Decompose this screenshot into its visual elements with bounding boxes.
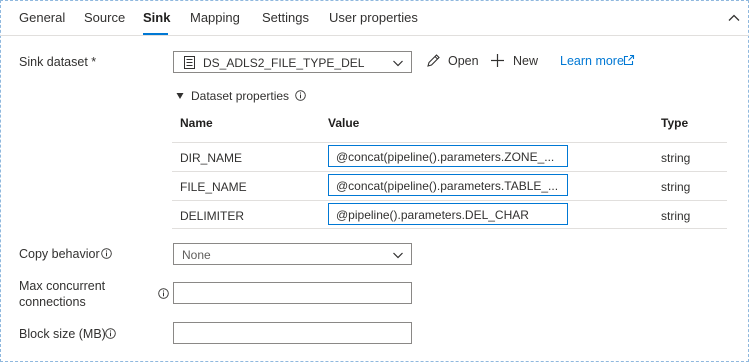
param-value-input[interactable]: @concat(pipeline().parameters.TABLE_... <box>328 174 568 196</box>
edit-icon <box>427 54 440 67</box>
learn-more-label: Learn more <box>560 54 624 68</box>
tab-general[interactable]: General <box>19 10 65 25</box>
max-concurrent-label-line1: Max concurrent <box>19 279 106 293</box>
tab-source[interactable]: Source <box>84 10 125 25</box>
open-button[interactable]: Open <box>426 53 481 71</box>
column-header-name: Name <box>180 116 213 130</box>
param-type: string <box>661 180 691 194</box>
column-header-value: Value <box>328 116 360 130</box>
param-name: DIR_NAME <box>180 151 243 165</box>
chevron-down-icon <box>393 252 403 259</box>
dataset-properties-title: Dataset properties <box>191 89 290 103</box>
tab-bar: General Source Sink Mapping Settings Use… <box>0 0 749 36</box>
chevron-down-icon <box>393 60 403 67</box>
info-icon <box>101 248 112 259</box>
info-icon <box>295 90 306 101</box>
sink-dataset-select[interactable]: DS_ADLS2_FILE_TYPE_DEL <box>173 51 412 73</box>
new-button[interactable]: New <box>490 53 542 71</box>
dataset-icon <box>184 56 195 69</box>
copy-behavior-value: None <box>182 248 211 262</box>
tab-user-properties[interactable]: User properties <box>329 10 418 25</box>
sink-dataset-label: Sink dataset * <box>19 55 97 69</box>
active-tab-indicator <box>143 33 168 35</box>
open-label: Open <box>448 54 479 68</box>
param-value: @pipeline().parameters.DEL_CHAR <box>336 208 529 222</box>
tab-sink[interactable]: Sink <box>143 10 170 25</box>
caret-down-icon <box>176 93 184 99</box>
info-icon <box>105 328 116 339</box>
tab-settings[interactable]: Settings <box>262 10 309 25</box>
max-concurrent-label-line2: connections <box>19 295 86 309</box>
param-value-input[interactable]: @pipeline().parameters.DEL_CHAR <box>328 203 568 225</box>
external-link-icon <box>623 54 635 66</box>
learn-more-link[interactable]: Learn more <box>560 53 640 71</box>
block-size-input[interactable] <box>173 322 412 344</box>
block-size-label: Block size (MB) <box>19 327 106 341</box>
plus-icon <box>491 54 504 67</box>
info-icon <box>158 288 169 299</box>
table-row: DELIMITER @pipeline().parameters.DEL_CHA… <box>172 200 727 229</box>
table-row: FILE_NAME @concat(pipeline().parameters.… <box>172 171 727 200</box>
param-type: string <box>661 151 691 165</box>
chevron-up-icon[interactable] <box>727 11 741 25</box>
param-type: string <box>661 209 691 223</box>
new-label: New <box>513 54 539 68</box>
sink-dataset-value: DS_ADLS2_FILE_TYPE_DEL <box>203 56 365 70</box>
table-row: DIR_NAME @concat(pipeline().parameters.Z… <box>172 142 727 171</box>
copy-behavior-select[interactable]: None <box>173 243 412 265</box>
param-value: @concat(pipeline().parameters.TABLE_... <box>336 179 559 193</box>
param-name: FILE_NAME <box>180 180 247 194</box>
param-name: DELIMITER <box>180 209 245 223</box>
column-header-type: Type <box>661 116 689 130</box>
param-value: @concat(pipeline().parameters.ZONE_... <box>336 150 555 164</box>
tab-mapping[interactable]: Mapping <box>190 10 240 25</box>
copy-behavior-label: Copy behavior <box>19 247 100 261</box>
param-value-input[interactable]: @concat(pipeline().parameters.ZONE_... <box>328 145 568 167</box>
max-concurrent-connections-input[interactable] <box>173 282 412 304</box>
